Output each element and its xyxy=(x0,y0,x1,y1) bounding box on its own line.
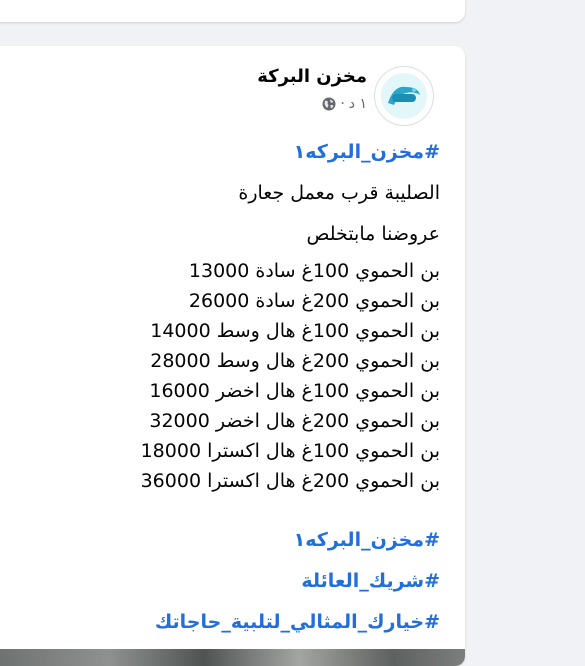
location-line: الصليبة قرب معمل جعارة xyxy=(238,182,440,204)
price-line: بن الحموي 100غ هال وسط 14000 xyxy=(150,320,440,342)
price-line: بن الحموي 200غ هال اكسترا 36000 xyxy=(140,470,440,492)
price-line: بن الحموي 200غ هال وسط 28000 xyxy=(150,350,440,372)
post-text: #مخزن_البركه١ الصليبة قرب معمل جعارة عرو… xyxy=(20,132,440,643)
globe-icon[interactable] xyxy=(322,97,336,111)
hashtag-link[interactable]: #شريك_العائلة xyxy=(20,561,440,602)
price-line: بن الحموي 100غ سادة 13000 xyxy=(188,260,440,282)
price-list: بن الحموي 100غ سادة 13000 بن الحموي 200غ… xyxy=(20,256,440,520)
price-line: بن الحموي 100غ هال اخضر 16000 xyxy=(149,380,440,402)
hashtag-link[interactable]: #مخزن_البركه١ xyxy=(20,520,440,561)
price-line: بن الحموي 100غ هال اكسترا 18000 xyxy=(140,440,440,462)
previous-post-card xyxy=(0,0,465,22)
offer-line: عروضنا مابتخلص xyxy=(306,223,440,245)
post-meta: ١ د · xyxy=(322,96,367,112)
page-avatar[interactable] xyxy=(374,66,434,126)
hashtag-link[interactable]: #خيارك_المثالي_لتلبية_حاجاتك xyxy=(20,602,440,643)
page-name-link[interactable]: مخزن البركة xyxy=(257,66,367,87)
meta-separator: · xyxy=(340,96,345,112)
hashtag-link[interactable]: #مخزن_البركه١ xyxy=(20,132,440,173)
price-line: بن الحموي 200غ هال اخضر 32000 xyxy=(149,410,440,432)
page-logo-icon xyxy=(381,73,427,119)
post-card: مخزن البركة ١ د · #مخزن_البركه١ الصليبة … xyxy=(0,46,465,666)
price-line: بن الحموي 200غ سادة 26000 xyxy=(188,290,440,312)
post-time[interactable]: ١ د xyxy=(349,96,367,112)
post-photo[interactable] xyxy=(0,649,465,666)
